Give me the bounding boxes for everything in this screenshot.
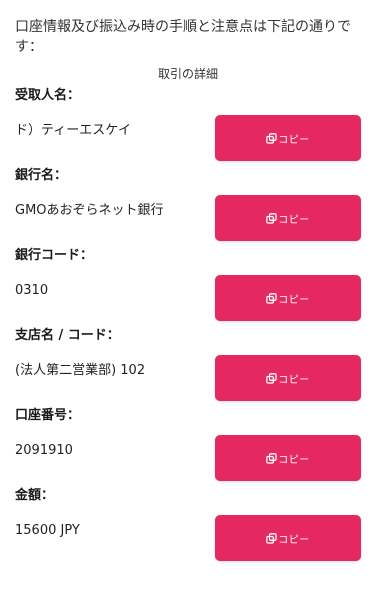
copy-recipient-name-button[interactable]: コピー (215, 115, 361, 161)
copy-button-label: コピー (278, 214, 310, 226)
copy-button-label: コピー (278, 294, 310, 306)
copy-button-label: コピー (278, 534, 310, 546)
field-label: 金額： (15, 488, 55, 503)
field-label: 銀行コード： (15, 248, 94, 263)
field-value: 15600 JPY (15, 523, 80, 538)
instructions-text: 口座情報及び振込み時の手順と注意点は下記の通りです： (15, 19, 351, 55)
field-recipient-name: 受取人名： ド）ティーエスケイ コピー (15, 87, 361, 161)
field-bank-name: 銀行名： GMOあおぞらネット銀行 コピー (15, 167, 361, 241)
field-account-number: 口座番号： 2091910 コピー (15, 407, 361, 481)
field-branch: 支店名 / コード： (法人第二営業部) 102 コピー (15, 327, 361, 401)
field-label: 銀行名： (15, 168, 68, 183)
field-amount: 金額： 15600 JPY コピー (15, 487, 361, 561)
field-label: 口座番号： (15, 408, 81, 423)
copy-account-number-button[interactable]: コピー (215, 435, 361, 481)
field-value: GMOあおぞらネット銀行 (15, 203, 164, 218)
field-value: 0310 (15, 283, 49, 298)
copy-icon (266, 452, 277, 464)
field-bank-code: 銀行コード： 0310 コピー (15, 247, 361, 321)
field-value: (法人第二営業部) 102 (15, 363, 146, 378)
copy-branch-button[interactable]: コピー (215, 355, 361, 401)
copy-icon (266, 132, 277, 144)
field-value: 2091910 (15, 443, 73, 458)
copy-button-label: コピー (278, 134, 310, 146)
payment-details-page: 口座情報及び振込み時の手順と注意点は下記の通りです： 取引の詳細 受取人名： ド… (0, 0, 377, 600)
copy-bank-code-button[interactable]: コピー (215, 275, 361, 321)
field-label: 支店名 / コード： (15, 328, 120, 343)
copy-icon (266, 532, 277, 544)
copy-icon (266, 212, 277, 224)
copy-bank-name-button[interactable]: コピー (215, 195, 361, 241)
field-label: 受取人名： (15, 88, 81, 103)
copy-amount-button[interactable]: コピー (215, 515, 361, 561)
copy-icon (266, 292, 277, 304)
copy-button-label: コピー (278, 374, 310, 386)
section-title: 取引の詳細 (157, 67, 218, 81)
copy-icon (266, 372, 277, 384)
field-value: ド）ティーエスケイ (15, 123, 131, 138)
copy-button-label: コピー (278, 454, 310, 466)
